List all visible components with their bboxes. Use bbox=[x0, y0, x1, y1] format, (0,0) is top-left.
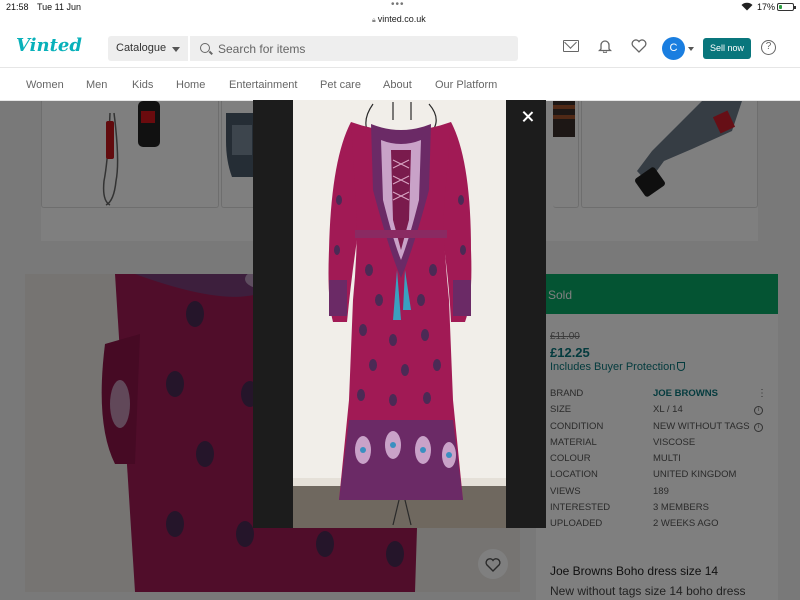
wifi-icon bbox=[741, 2, 753, 11]
search-input[interactable] bbox=[218, 40, 508, 57]
url-text: vinted.co.uk bbox=[377, 14, 426, 24]
ios-status-bar: 21:58 Tue 11 Jun ••• 🔒︎ vinted.co.uk 17% bbox=[0, 0, 800, 28]
battery-level bbox=[779, 5, 782, 9]
nav-item-entertainment[interactable]: Entertainment bbox=[229, 79, 297, 91]
nav-item-our-platform[interactable]: Our Platform bbox=[435, 79, 497, 91]
address-bar[interactable]: 🔒︎ vinted.co.uk bbox=[372, 14, 426, 25]
close-icon[interactable] bbox=[521, 110, 535, 124]
nav-item-home[interactable]: Home bbox=[176, 79, 205, 91]
avatar[interactable]: C bbox=[662, 37, 685, 60]
heart-icon[interactable] bbox=[631, 39, 647, 53]
help-icon[interactable]: ? bbox=[761, 40, 776, 55]
site-header: Vinted Catalogue C Sell now ? bbox=[0, 28, 800, 68]
nav-item-about[interactable]: About bbox=[383, 79, 412, 91]
mail-icon[interactable] bbox=[563, 40, 579, 52]
nav-item-men[interactable]: Men bbox=[86, 79, 107, 91]
vinted-logo[interactable]: Vinted bbox=[16, 35, 82, 56]
nav-item-women[interactable]: Women bbox=[26, 79, 64, 91]
battery-percent: 17% bbox=[757, 2, 776, 12]
more-dots-icon[interactable]: ••• bbox=[391, 0, 405, 10]
search-icon bbox=[200, 43, 210, 53]
catalogue-label: Catalogue bbox=[116, 42, 167, 54]
search-bar bbox=[190, 36, 518, 61]
nav-item-kids[interactable]: Kids bbox=[132, 79, 153, 91]
status-date: Tue 11 Jun bbox=[37, 2, 82, 12]
lock-icon: 🔒︎ bbox=[372, 17, 376, 24]
chevron-down-icon bbox=[172, 47, 180, 52]
catalogue-dropdown[interactable]: Catalogue bbox=[108, 36, 188, 61]
battery-icon bbox=[777, 3, 796, 11]
image-viewer-modal bbox=[253, 100, 546, 528]
bell-icon[interactable] bbox=[598, 39, 612, 53]
dress-on-mannequin-image bbox=[293, 100, 506, 528]
dress-photo bbox=[293, 100, 506, 528]
chevron-down-icon[interactable] bbox=[688, 47, 694, 51]
category-nav: Women Men Kids Home Entertainment Pet ca… bbox=[0, 69, 800, 101]
nav-item-pet-care[interactable]: Pet care bbox=[320, 79, 361, 91]
status-time: 21:58 bbox=[6, 2, 29, 12]
sell-now-button[interactable]: Sell now bbox=[703, 38, 751, 59]
